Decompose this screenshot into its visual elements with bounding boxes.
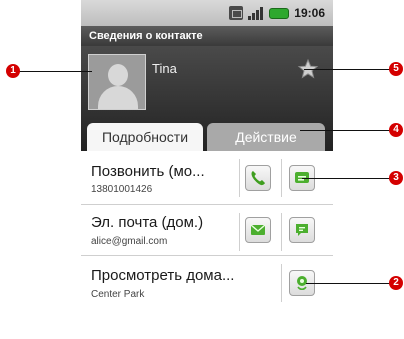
status-bar: 19:06 bbox=[81, 0, 333, 26]
callout-leader bbox=[304, 69, 390, 70]
contact-header: Tina Подробности Действие bbox=[81, 46, 333, 151]
email-label: Эл. почта (дом.) bbox=[91, 214, 204, 231]
email-button[interactable] bbox=[245, 217, 271, 243]
signal-icon bbox=[248, 6, 264, 20]
envelope-icon bbox=[250, 224, 266, 235]
tab-action[interactable]: Действие bbox=[207, 123, 325, 151]
address-value: Center Park bbox=[91, 289, 145, 300]
callout-leader bbox=[306, 283, 390, 284]
avatar-head-icon bbox=[108, 64, 128, 86]
status-time: 19:06 bbox=[294, 6, 325, 20]
avatar-body-icon bbox=[98, 86, 138, 109]
data-connection-icon bbox=[229, 6, 244, 20]
email-row[interactable]: Эл. почта (дом.) alice@gmail.com bbox=[81, 205, 333, 256]
callout-leader bbox=[302, 178, 390, 179]
call-row[interactable]: Позвонить (мо... 13801001426 bbox=[81, 151, 333, 205]
chat-button[interactable] bbox=[289, 217, 315, 243]
phone-number: 13801001426 bbox=[91, 184, 153, 195]
email-address: alice@gmail.com bbox=[91, 236, 168, 247]
row-divider bbox=[239, 159, 240, 197]
row-divider bbox=[281, 213, 282, 251]
callout-3: 3 bbox=[389, 171, 403, 185]
callout-2: 2 bbox=[389, 276, 403, 290]
callout-1: 1 bbox=[6, 64, 20, 78]
call-button[interactable] bbox=[245, 165, 271, 191]
row-divider bbox=[281, 264, 282, 302]
contact-name: Tina bbox=[152, 61, 177, 76]
phone-screen: 19:06 Сведения о контакте Tina Подробнос… bbox=[81, 0, 333, 339]
callout-leader bbox=[300, 130, 390, 131]
contact-avatar[interactable] bbox=[88, 54, 146, 110]
callout-4: 4 bbox=[389, 123, 403, 137]
call-label: Позвонить (мо... bbox=[91, 163, 205, 180]
callout-leader bbox=[14, 71, 92, 72]
callout-5: 5 bbox=[389, 62, 403, 76]
map-row[interactable]: Просмотреть дома... Center Park bbox=[81, 256, 333, 312]
row-divider bbox=[281, 159, 282, 197]
tab-details[interactable]: Подробности bbox=[87, 123, 203, 151]
phone-icon bbox=[251, 171, 265, 186]
screen-title: Сведения о контакте bbox=[81, 26, 333, 46]
row-divider bbox=[239, 213, 240, 251]
chat-icon bbox=[296, 224, 308, 236]
view-address-label: Просмотреть дома... bbox=[91, 267, 235, 284]
battery-icon bbox=[269, 7, 290, 19]
